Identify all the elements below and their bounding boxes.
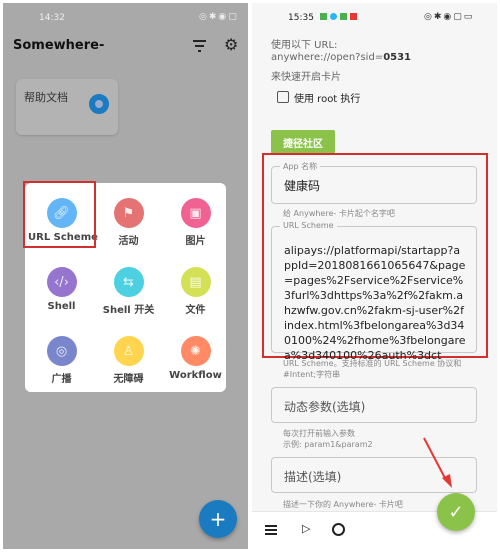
menu-item-label: Workflow xyxy=(169,370,222,381)
red-arrow xyxy=(423,437,452,488)
filter-icon[interactable] xyxy=(193,40,206,52)
menu-item-label: Shell xyxy=(47,301,76,312)
app-name-field[interactable]: App 名称 健康码 xyxy=(271,161,477,204)
url-scheme-helper: URL Scheme。支持标准的 URL Scheme 协议和 #Intent;字… xyxy=(283,359,462,379)
dynamic-params-field[interactable]: 动态参数(选填) xyxy=(271,387,477,423)
confirm-button[interactable]: ✓ xyxy=(437,493,475,531)
menu-item-label: Shell 开关 xyxy=(102,305,155,316)
info-line-1: 使用以下 URL: xyxy=(271,40,338,51)
root-checkbox-label: 使用 root 执行 xyxy=(294,94,361,105)
app-name-helper: 给 Anywhere- 卡片起个名字吧 xyxy=(283,209,395,218)
notification-icons xyxy=(320,13,357,20)
switch-icon: ⇆ xyxy=(113,267,144,297)
menu-item-图片[interactable]: ▣ 图片 xyxy=(162,186,229,254)
right-screen: 15:35 ◎✱◉▢▭ 使用以下 URL: anywhere://open?si… xyxy=(252,3,497,549)
menu-icon[interactable] xyxy=(265,525,277,535)
workflow-icon: ✺ xyxy=(180,336,211,366)
flag-icon: ⚑ xyxy=(113,198,144,228)
menu-item-shell[interactable]: ‹/› Shell xyxy=(28,255,95,323)
community-button[interactable]: 捷径社区 xyxy=(271,130,335,155)
menu-item-label: 广播 xyxy=(51,374,72,385)
app-name-value: 健康码 xyxy=(284,179,321,193)
menu-item-label: 无障碍 xyxy=(113,374,144,385)
add-button[interactable]: + xyxy=(199,500,237,538)
menu-item-文件[interactable]: ▤ 文件 xyxy=(162,255,229,323)
status-time: 15:35 xyxy=(288,13,314,23)
card-icon xyxy=(89,94,109,114)
menu-item-label: 图片 xyxy=(185,236,206,247)
menu-item-shell-开关[interactable]: ⇆ Shell 开关 xyxy=(95,255,162,323)
accessibility-icon: ♙ xyxy=(113,336,144,366)
gear-icon[interactable]: ⚙ xyxy=(224,35,238,54)
file-icon: ▤ xyxy=(180,267,211,297)
info-url: anywhere://open?sid=0531 xyxy=(271,52,412,63)
dynamic-params-helper: 每次打开前输入参数 示例: param1&param2 xyxy=(283,429,373,449)
status-icons: ◎✱◉▢▭ xyxy=(424,12,475,22)
menu-item-label: 文件 xyxy=(185,305,206,316)
broadcast-icon: ◎ xyxy=(46,336,77,366)
description-helper: 描述一下你的 Anywhere- 卡片吧 xyxy=(283,500,403,509)
url-scheme-field[interactable]: URL Scheme alipays://platformapi/startap… xyxy=(271,221,477,362)
menu-item-workflow[interactable]: ✺ Workflow xyxy=(162,324,229,392)
dynamic-params-placeholder: 动态参数(选填) xyxy=(284,400,366,414)
menu-item-label: 活动 xyxy=(118,236,139,247)
help-docs-card[interactable]: 帮助文档 xyxy=(16,79,118,135)
left-screen: 14:32 ◎✱◉▢ Somewhere- ⚙ 帮助文档 🔗︎ URL Schem… xyxy=(3,3,248,549)
code-icon: ‹/› xyxy=(46,267,77,297)
image-icon: ▣ xyxy=(180,198,211,228)
info-line-3: 来快速开启卡片 xyxy=(271,72,341,83)
menu-item-无障碍[interactable]: ♙ 无障碍 xyxy=(95,324,162,392)
menu-item-活动[interactable]: ⚑ 活动 xyxy=(95,186,162,254)
highlight-box xyxy=(23,181,96,248)
app-name-label: App 名称 xyxy=(280,161,321,172)
menu-item-广播[interactable]: ◎ 广播 xyxy=(28,324,95,392)
url-scheme-value: alipays://platformapi/startapp?appId=201… xyxy=(284,244,466,362)
status-icons: ◎✱◉▢ xyxy=(199,12,239,22)
lifebuoy-icon[interactable] xyxy=(332,523,345,536)
card-label: 帮助文档 xyxy=(24,91,68,104)
root-checkbox[interactable] xyxy=(277,91,289,103)
url-scheme-label: URL Scheme xyxy=(280,221,337,230)
play-icon[interactable]: ▷ xyxy=(302,522,310,535)
status-time: 14:32 xyxy=(39,13,65,23)
app-title: Somewhere- xyxy=(13,38,105,53)
